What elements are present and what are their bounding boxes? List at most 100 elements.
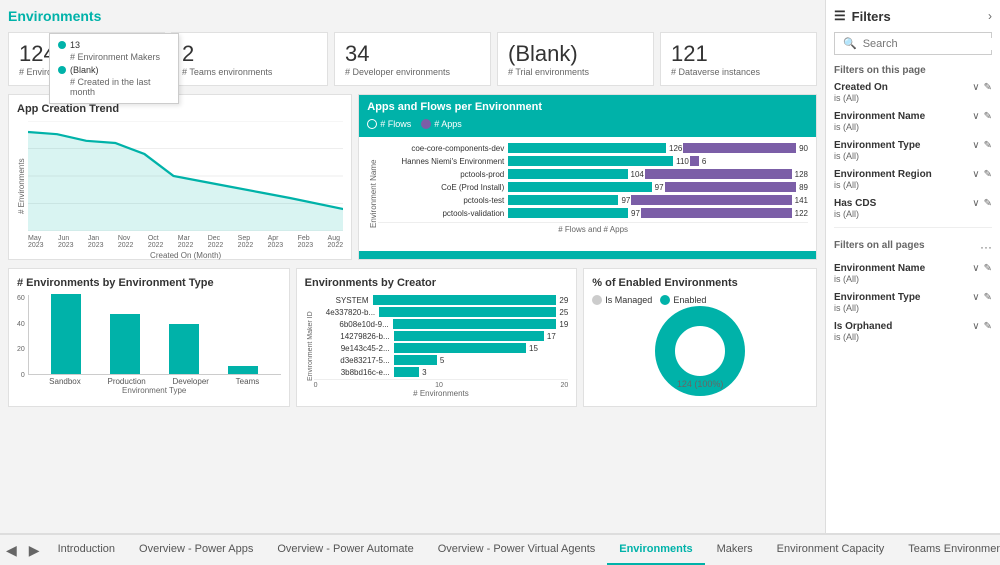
creator-val-5: 5 [440, 356, 444, 365]
creator-val-6: 3 [422, 368, 426, 377]
creator-label-1: 4e337820-b... [314, 308, 380, 317]
apps-flows-yaxis: Environment Name [367, 143, 378, 245]
tab-makers[interactable]: Makers [705, 535, 765, 565]
filter-separator [834, 227, 992, 228]
bar-apps-0 [683, 143, 796, 153]
bar-flows-val-0: 126 [669, 144, 682, 153]
tabs-bar: ◀ ▶ Introduction Overview - Power Apps O… [0, 533, 1000, 565]
kpi-developer-value: 34 [345, 41, 480, 67]
vbar-label-production: Production [107, 377, 145, 386]
filters-chevron-icon[interactable]: › [988, 9, 992, 23]
filters-all-pages-header: Filters on all pages ··· [834, 236, 992, 257]
bar-label-2: pctools-prod [378, 170, 508, 179]
tab-prev-button[interactable]: ◀ [0, 542, 23, 559]
tab-teams-environments[interactable]: Teams Environments [896, 535, 1000, 565]
tab-environments[interactable]: Environments [607, 535, 704, 565]
filter-edit-icon-3[interactable]: ✎ [984, 140, 992, 151]
creator-val-2: 19 [559, 320, 568, 329]
filters-search-input[interactable] [863, 38, 1000, 50]
filter-chevron-icon[interactable]: ∨ [972, 82, 979, 93]
filters-panel: ☰ Filters › 🔍 Filters on this page Creat… [825, 0, 1000, 533]
kpi-trial-value: (Blank) [508, 41, 643, 67]
creator-xlabel: # Environments [314, 389, 569, 398]
bar-flows-0 [508, 143, 666, 153]
app-creation-trend-card: App Creation Trend # Environments 20 [8, 94, 352, 260]
tooltip-line2: # Environment Makers [58, 52, 170, 62]
kpi-environments: 124 # Environments 13 # Environment Make… [8, 32, 165, 86]
filter-edit-icon-4[interactable]: ✎ [984, 169, 992, 180]
filter-env-type: Environment Type ∨ ✎ is (All) [834, 140, 992, 161]
kpi-trial: (Blank) # Trial environments [497, 32, 654, 86]
filter-chevron-icon-7[interactable]: ∨ [972, 292, 979, 303]
bar-apps-val-4: 141 [795, 196, 808, 205]
filter-chevron-icon-8[interactable]: ∨ [972, 321, 979, 332]
vbar-label-teams: Teams [236, 377, 260, 386]
kpi-dataverse-label: # Dataverse instances [671, 67, 806, 77]
donut-center-label: 124 (100%) [677, 379, 724, 389]
apps-flows-card: Apps and Flows per Environment # Flows #… [358, 94, 817, 260]
creator-row-1: 4e337820-b... 25 [314, 307, 569, 317]
bar-apps-val-1: 6 [702, 157, 706, 166]
kpi-teams: 2 # Teams environments [171, 32, 328, 86]
creator-row-2: 6b08e10d-9... 19 [314, 319, 569, 329]
filter-chevron-icon-6[interactable]: ∨ [972, 263, 979, 274]
creator-label-3: 14279826-b... [314, 332, 394, 341]
filter-edit-icon-8[interactable]: ✎ [984, 321, 992, 332]
creator-label-4: 9e143c45-2... [314, 344, 394, 353]
bar-apps-val-5: 122 [795, 209, 808, 218]
donut-legend: Is Managed Enabled [592, 295, 808, 305]
creator-bar-0 [373, 295, 557, 305]
filter-edit-icon-2[interactable]: ✎ [984, 111, 992, 122]
filters-header: ☰ Filters › [834, 8, 992, 24]
tab-environment-capacity[interactable]: Environment Capacity [765, 535, 897, 565]
filter-chevron-icon-4[interactable]: ∨ [972, 169, 979, 180]
filter-chevron-icon-3[interactable]: ∨ [972, 140, 979, 151]
bar-label-4: pctools-test [378, 196, 508, 205]
filter-edit-icon-6[interactable]: ✎ [984, 263, 992, 274]
bar-apps-1 [690, 156, 699, 166]
bar-apps-3 [665, 182, 797, 192]
creator-row-5: d3e83217-5... 5 [314, 355, 569, 365]
bar-row-0: coe-core-components-dev 126 90 [378, 143, 808, 153]
creator-val-0: 29 [559, 296, 568, 305]
creator-row-6: 3b8bd16c-e... 3 [314, 367, 569, 377]
creator-row-4: 9e143c45-2... 15 [314, 343, 569, 353]
filters-more-icon[interactable]: ··· [980, 240, 992, 254]
tab-next-button[interactable]: ▶ [23, 542, 46, 559]
legend-flows: # Flows [380, 119, 411, 129]
creator-bar-5 [394, 355, 437, 365]
filter-chevron-icon-2[interactable]: ∨ [972, 111, 979, 122]
filter-env-name: Environment Name ∨ ✎ is (All) [834, 111, 992, 132]
kpi-dataverse: 121 # Dataverse instances [660, 32, 817, 86]
tab-introduction[interactable]: Introduction [46, 535, 127, 565]
bar-apps-5 [641, 208, 792, 218]
tab-overview-power-virtual-agents[interactable]: Overview - Power Virtual Agents [426, 535, 608, 565]
legend-enabled: Enabled [673, 295, 706, 305]
vbar-xlabels: Sandbox Production Developer Teams [28, 375, 281, 386]
bar-label-1: Hannes Niemi's Environment [378, 157, 508, 166]
filters-on-this-page-title: Filters on this page [834, 65, 992, 76]
tab-overview-power-apps[interactable]: Overview - Power Apps [127, 535, 265, 565]
filter-edit-icon-7[interactable]: ✎ [984, 292, 992, 303]
filter-all-env-type: Environment Type ∨ ✎ is (All) [834, 292, 992, 313]
filters-search-box[interactable]: 🔍 [834, 32, 992, 55]
filter-edit-icon[interactable]: ✎ [984, 82, 992, 93]
kpi-developer-label: # Developer environments [345, 67, 480, 77]
filter-edit-icon-5[interactable]: ✎ [984, 198, 992, 209]
filter-chevron-icon-5[interactable]: ∨ [972, 198, 979, 209]
apps-flows-xaxis: # Flows and # Apps [558, 225, 628, 234]
bar-flows-3 [508, 182, 651, 192]
env-by-type-title: # Environments by Environment Type [17, 277, 281, 289]
bar-flows-val-4: 97 [621, 196, 630, 205]
creator-bar-3 [394, 331, 544, 341]
bar-label-5: pctools-validation [378, 209, 508, 218]
apps-flows-legend: # Flows # Apps [367, 119, 808, 129]
creator-xaxis-ticks: 01020 [314, 379, 569, 389]
creator-val-1: 25 [559, 308, 568, 317]
tab-overview-power-automate[interactable]: Overview - Power Automate [265, 535, 425, 565]
bar-flows-val-2: 104 [631, 170, 644, 179]
bar-flows-1 [508, 156, 673, 166]
bar-apps-val-3: 89 [799, 183, 808, 192]
bar-flows-val-1: 110 [676, 157, 689, 166]
creator-bar-1 [379, 307, 556, 317]
